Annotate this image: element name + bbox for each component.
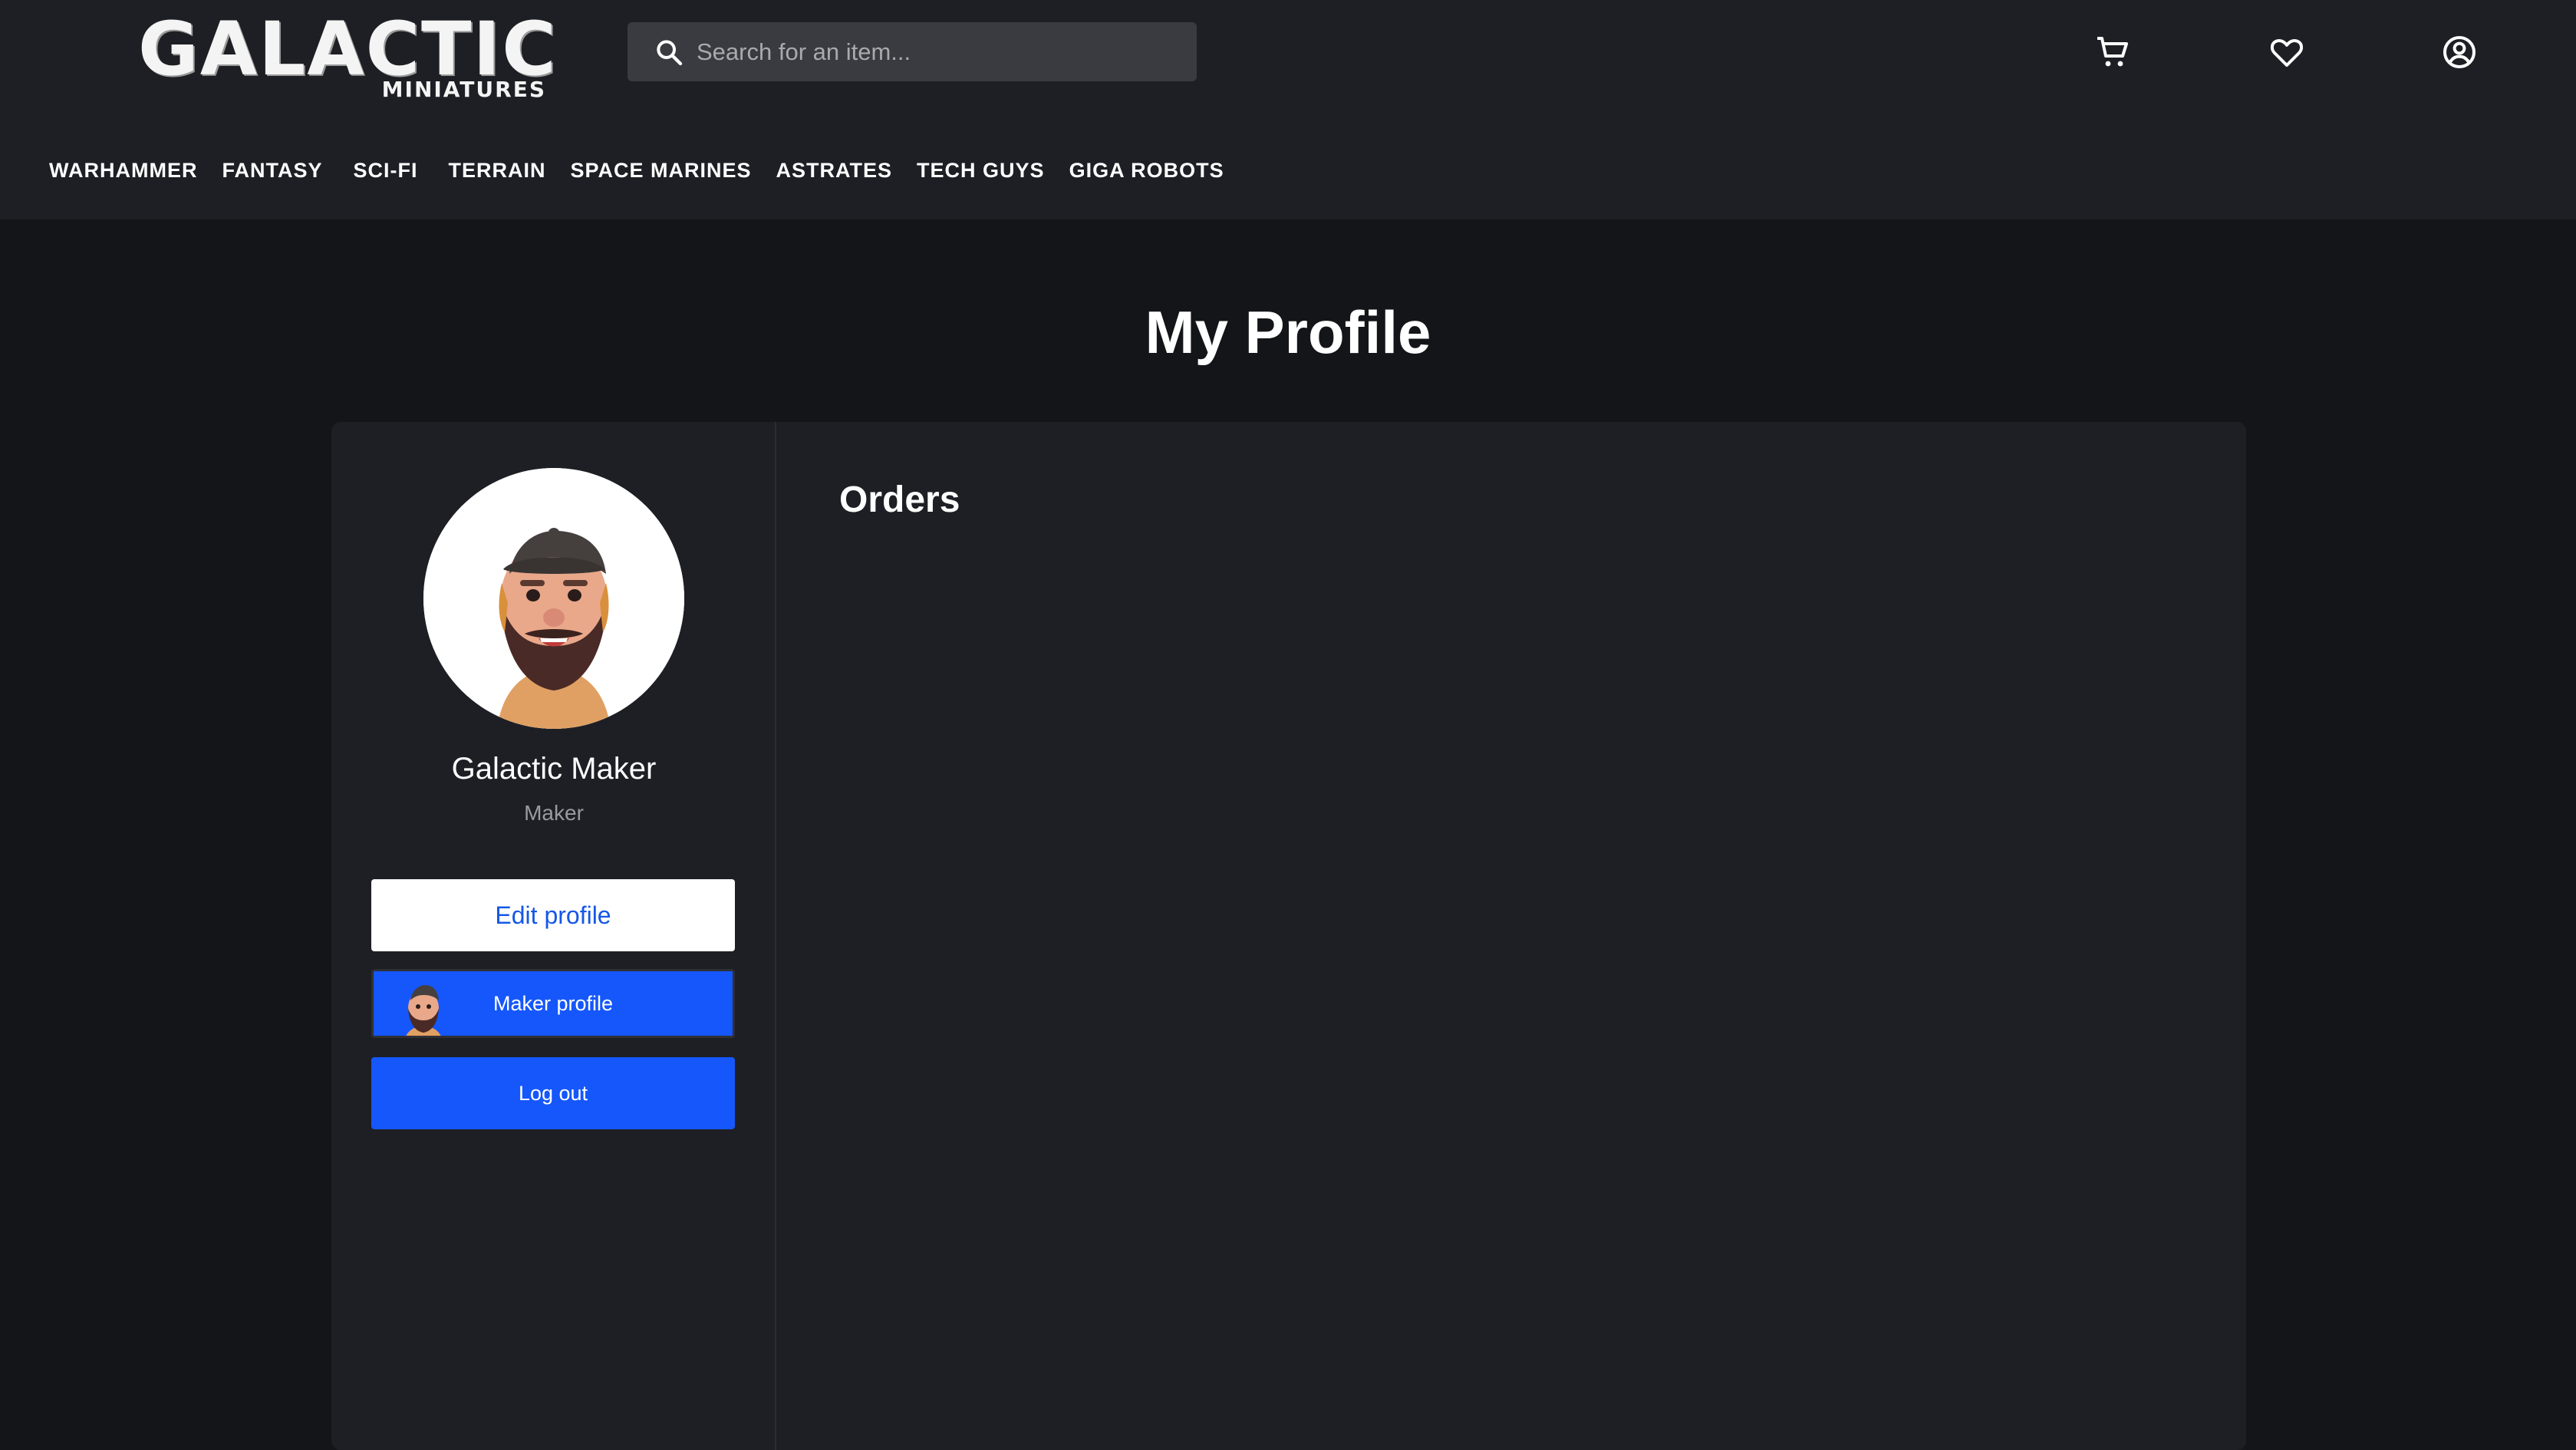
nav-item-giga-robots[interactable]: GIGA ROBOTS [1069, 159, 1224, 183]
cart-icon[interactable] [2091, 31, 2134, 74]
account-icon[interactable] [2438, 31, 2481, 74]
search-bar[interactable] [628, 22, 1197, 81]
brand-tagline: MINIATURES [381, 77, 546, 102]
profile-name: Galactic Maker [451, 752, 657, 786]
nav-item-terrain[interactable]: TERRAIN [449, 159, 546, 183]
maker-profile-label: Maker profile [492, 991, 614, 1015]
maker-profile-button[interactable]: Maker profile [371, 969, 735, 1038]
nav-item-sci-fi[interactable]: SCI-FI [354, 159, 418, 183]
nav-item-warhammer[interactable]: WARHAMMER [49, 159, 197, 183]
page-title: My Profile [1145, 298, 1431, 366]
logout-button[interactable]: Log out [371, 1057, 735, 1129]
maker-avatar-thumbnail [390, 971, 456, 1036]
profile-card: Galactic Maker Maker Edit profile Maker … [331, 422, 2246, 1450]
edit-profile-button[interactable]: Edit profile [371, 879, 735, 951]
search-icon [654, 37, 684, 68]
nav-item-tech-guys[interactable]: TECH GUYS [917, 159, 1045, 183]
heart-icon[interactable] [2265, 31, 2308, 74]
profile-role: Maker [524, 801, 584, 825]
brand-logo[interactable]: GALACTIC MINIATURES [138, 9, 556, 104]
site-header: GALACTIC MINIATURES WARHAMMER FANTASY SC… [0, 0, 2576, 219]
search-input[interactable] [697, 28, 1197, 75]
avatar [423, 468, 684, 729]
orders-title: Orders [839, 479, 960, 520]
nav-item-astrates[interactable]: ASTRATES [776, 159, 893, 183]
nav-item-space-marines[interactable]: SPACE MARINES [571, 159, 752, 183]
category-nav: WARHAMMER FANTASY SCI-FI TERRAIN SPACE M… [49, 153, 1224, 187]
profile-sidebar: Galactic Maker Maker Edit profile Maker … [331, 422, 776, 1450]
nav-item-fantasy[interactable]: FANTASY [222, 159, 322, 183]
